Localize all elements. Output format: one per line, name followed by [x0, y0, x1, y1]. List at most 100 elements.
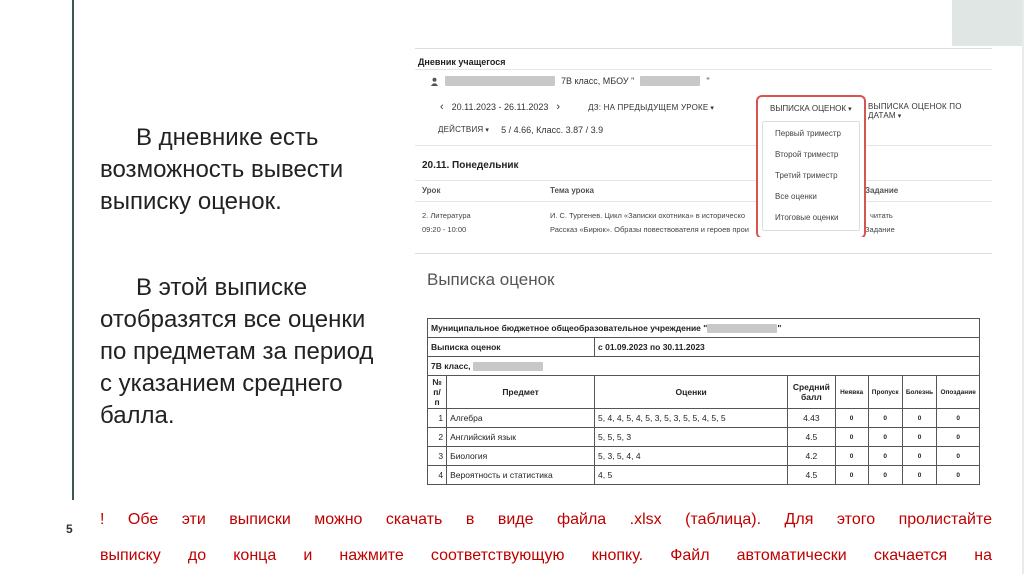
class-label: 7В класс, — [431, 360, 471, 371]
grades-report-title: Выписка оценок — [427, 270, 555, 289]
note-line-1: ! Обе эти выписки можно скачать в виде ф… — [100, 511, 992, 528]
chevron-right-icon[interactable]: › — [556, 101, 560, 113]
grades-dropdown[interactable]: ВЫПИСКА ОЦЕНОК ▾ — [770, 104, 852, 113]
class-info-end: " — [706, 76, 710, 86]
report-period: с 01.09.2023 по 30.11.2023 — [594, 337, 980, 357]
header-skip: Пропуск — [867, 375, 903, 409]
redacted-school — [707, 324, 778, 334]
divider — [415, 145, 992, 146]
grades-dropdown-label: ВЫПИСКА ОЦЕНОК — [770, 104, 847, 113]
menu-item-first-trimester[interactable]: Первый триместр — [775, 129, 841, 138]
grades-by-date-dropdown[interactable]: ВЫПИСКА ОЦЕНОК ПО ДАТАМ ▾ — [868, 102, 992, 120]
date-range[interactable]: 20.11.2023 - 26.11.2023 — [452, 102, 549, 112]
row-num: 3 — [426, 446, 448, 466]
caret-down-icon: ▾ — [710, 104, 715, 112]
row-subject: Биология — [446, 446, 596, 466]
actions-dropdown[interactable]: ДЕЙСТВИЯ ▾ — [438, 125, 489, 135]
row-num: 1 — [426, 408, 448, 428]
table-row: Муниципальное бюджетное общеобразователь… — [427, 318, 980, 338]
row-absent: 0 — [834, 427, 869, 447]
lesson-topic-2: Рассказ «Бирюк». Образы повествователя и… — [550, 225, 749, 234]
row-illness: 0 — [901, 446, 938, 466]
person-icon — [430, 77, 439, 86]
divider — [415, 201, 992, 202]
paragraph-diary: В дневнике есть возможность вывести выпи… — [100, 124, 344, 215]
header-late: Опоздание — [936, 375, 980, 409]
school-name-end: " — [777, 322, 782, 333]
row-average: 4.5 — [787, 427, 836, 447]
paragraph-grades: В этой выписке отобразятся все оценки по… — [100, 274, 374, 429]
row-late: 0 — [936, 465, 980, 485]
row-absent: 0 — [834, 465, 869, 485]
menu-item-third-trimester[interactable]: Третий триместр — [775, 171, 838, 180]
header-subject: Предмет — [446, 375, 596, 409]
menu-item-second-trimester[interactable]: Второй триместр — [775, 150, 838, 159]
header-grades: Оценки — [594, 375, 789, 409]
note-line-2: выписку до конца и нажмите соответствующ… — [100, 547, 992, 564]
task-text-2: Задание — [865, 225, 895, 234]
redacted-name — [472, 362, 543, 372]
row-skip: 0 — [867, 427, 903, 447]
redacted-name — [445, 76, 555, 86]
table-row: 3 Биология 5, 3, 5, 4, 4 4.2 0 0 0 0 — [426, 446, 980, 466]
row-subject: Алгебра — [446, 408, 596, 428]
row-late: 0 — [936, 427, 980, 447]
diary-title: Дневник учащегося — [418, 57, 506, 67]
actions-label: ДЕЙСТВИЯ — [438, 125, 484, 134]
table-row: 4 Вероятность и статистика 4, 5 4.5 0 0 … — [426, 465, 980, 485]
header-num: № п/п — [426, 375, 448, 409]
row-num: 2 — [426, 427, 448, 447]
corner-decoration — [952, 0, 1024, 46]
student-info: 7В класс, МБОУ " " — [430, 76, 710, 86]
page-number: 5 — [66, 522, 73, 536]
row-absent: 0 — [834, 408, 869, 428]
explanation-paragraph: В этой выписке отобразятся все оценки по… — [100, 272, 380, 432]
lesson-name[interactable]: 2. Литература — [422, 211, 471, 220]
day-title: 20.11. Понедельник — [422, 160, 519, 171]
grades-by-date-label: ВЫПИСКА ОЦЕНОК ПО ДАТАМ — [868, 102, 962, 120]
toolbar-row: ‹ 20.11.2023 - 26.11.2023 › ДЗ: НА ПРЕДЫ… — [440, 101, 714, 113]
row-average: 4.2 — [787, 446, 836, 466]
header-average: Средний балл — [787, 375, 836, 409]
homework-dropdown-label: ДЗ: НА ПРЕДЫДУЩЕМ УРОКЕ — [588, 102, 709, 112]
row-grades: 5, 4, 4, 5, 4, 5, 3, 5, 3, 5, 5, 4, 5, 5 — [594, 408, 789, 428]
grades-dropdown-highlight: ВЫПИСКА ОЦЕНОК ▾ Первый триместр Второй т… — [756, 95, 866, 237]
actions-row: ДЕЙСТВИЯ ▾ 5 / 4.66, Класс. 3.87 / 3.9 — [438, 125, 603, 135]
caret-down-icon: ▾ — [897, 113, 902, 120]
col-topic: Тема урока — [550, 186, 594, 195]
slide-divider-line — [72, 0, 74, 500]
redacted-school — [640, 76, 701, 86]
intro-paragraph: В дневнике есть возможность вывести выпи… — [100, 122, 380, 218]
table-row: 2 Английский язык 5, 5, 5, 3 4.5 0 0 0 0 — [426, 427, 980, 447]
menu-item-all-grades[interactable]: Все оценки — [775, 192, 817, 201]
row-average: 4.5 — [787, 465, 836, 485]
row-skip: 0 — [867, 408, 903, 428]
row-skip: 0 — [867, 465, 903, 485]
row-grades: 5, 3, 5, 4, 4 — [594, 446, 789, 466]
header-absent: Неявка — [834, 375, 869, 409]
table-row: 1 Алгебра 5, 4, 4, 5, 4, 5, 3, 5, 3, 5, … — [426, 408, 980, 428]
table-row: Выписка оценок с 01.09.2023 по 30.11.202… — [426, 337, 980, 357]
col-lesson: Урок — [422, 186, 441, 195]
grade-stats: 5 / 4.66, Класс. 3.87 / 3.9 — [501, 125, 604, 135]
diary-screenshot: Дневник учащегося 7В класс, МБОУ " " ‹ 20… — [415, 48, 992, 237]
homework-dropdown[interactable]: ДЗ: НА ПРЕДЫДУЩЕМ УРОКЕ ▾ — [588, 103, 714, 112]
grades-table: Муниципальное бюджетное общеобразователь… — [426, 318, 980, 485]
table-row: 7В класс, — [427, 356, 980, 376]
school-name: Муниципальное бюджетное общеобразователь… — [431, 322, 708, 333]
caret-down-icon: ▾ — [848, 106, 852, 113]
row-illness: 0 — [901, 408, 938, 428]
divider — [415, 180, 992, 181]
divider — [415, 69, 992, 70]
row-absent: 0 — [834, 446, 869, 466]
lesson-topic-1: И. С. Тургенев. Цикл «Записки охотника» … — [550, 211, 745, 220]
row-grades: 4, 5 — [594, 465, 789, 485]
menu-item-final-grades[interactable]: Итоговые оценки — [775, 213, 838, 222]
row-subject: Английский язык — [446, 427, 596, 447]
row-subject: Вероятность и статистика — [446, 465, 596, 485]
chevron-left-icon[interactable]: ‹ — [440, 101, 444, 113]
row-illness: 0 — [901, 465, 938, 485]
row-grades: 5, 5, 5, 3 — [594, 427, 789, 447]
lesson-time: 09:20 - 10:00 — [422, 225, 467, 234]
report-label: Выписка оценок — [426, 337, 596, 357]
